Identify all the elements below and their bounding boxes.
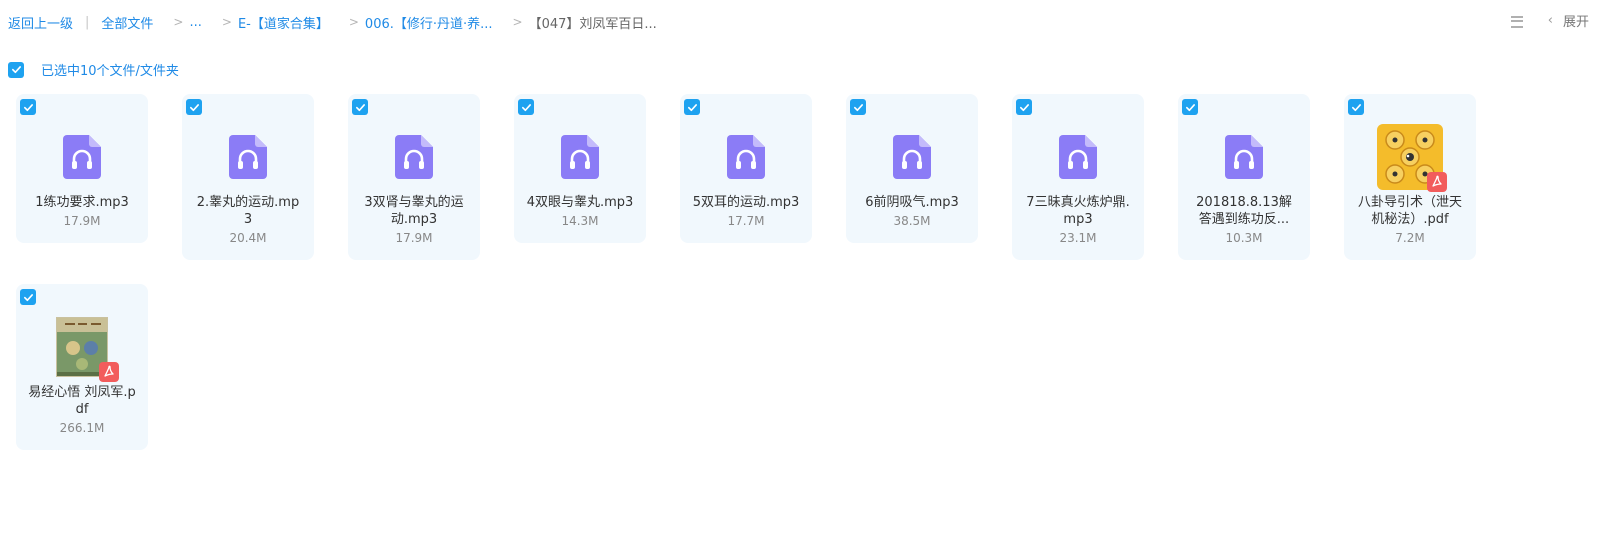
file-size: 23.1M [1059,231,1097,245]
file-thumbnail [215,124,281,190]
check-icon [23,103,33,111]
file-card[interactable]: 易经心悟 刘凤军.pdf 266.1M [16,284,148,450]
file-name: 5双耳的运动.mp3 [692,195,800,210]
file-size: 17.9M [63,214,101,228]
file-thumbnail [381,124,447,190]
file-checkbox[interactable] [20,289,36,305]
file-card[interactable]: 6前阴吸气.mp3 38.5M [846,94,978,243]
breadcrumb-folder-xiuxing[interactable]: 006.【修行·丹道·养... [365,13,493,32]
all-files-link[interactable]: 全部文件 [101,13,153,32]
pdf-icon [1427,172,1447,192]
expand-label: 展开 [1562,15,1589,30]
chevron-right-icon: > [348,15,359,29]
chevron-right-icon: > [173,15,184,29]
check-icon [1019,103,1029,111]
file-checkbox[interactable] [186,99,202,115]
check-icon [687,103,697,111]
check-icon [355,103,365,111]
file-thumbnail [547,124,613,190]
audio-file-icon [229,135,267,179]
file-checkbox[interactable] [850,99,866,115]
file-card[interactable]: 2.睾丸的运动.mp3 20.4M [182,94,314,260]
check-icon [11,66,21,74]
view-controls: ‹ 展开 [1510,11,1589,30]
breadcrumb-folder-daojia[interactable]: E-【道家合集】 [238,13,329,32]
file-thumbnail [49,314,119,382]
select-all-row: 已选中10个文件/文件夹 [8,60,179,79]
file-thumbnail [1045,124,1111,190]
check-icon [1351,103,1361,111]
file-checkbox[interactable] [684,99,700,115]
file-size: 10.3M [1225,231,1263,245]
file-size: 20.4M [229,231,267,245]
file-checkbox[interactable] [1016,99,1032,115]
audio-file-icon [63,135,101,179]
audio-file-icon [893,135,931,179]
file-card[interactable]: 1练功要求.mp3 17.9M [16,94,148,243]
chevron-right-icon: > [221,15,232,29]
file-thumbnail [713,124,779,190]
file-name: 八卦导引术（泄天机秘法）.pdf [1357,195,1462,227]
audio-file-icon [1059,135,1097,179]
file-name: 201818.8.13解答遇到练功反... [1196,195,1292,227]
file-size: 266.1M [59,421,105,435]
breadcrumb: 返回上一级 | 全部文件 > ... > E-【道家合集】 > 006.【修行·… [8,12,657,32]
check-icon [1185,103,1195,111]
file-grid: 1练功要求.mp3 17.9M 2.睾丸的运动.mp3 20.4M 3双肾与睾丸的运… [16,94,1496,450]
file-thumbnail [1377,124,1447,192]
file-card[interactable]: 5双耳的运动.mp3 17.7M [680,94,812,243]
file-card[interactable]: 4双眼与睾丸.mp3 14.3M [514,94,646,243]
pdf-icon [99,362,119,382]
file-name: 6前阴吸气.mp3 [865,195,959,210]
chevron-left-icon: ‹ [1547,13,1553,28]
check-icon [853,103,863,111]
audio-file-icon [727,135,765,179]
back-link[interactable]: 返回上一级 [8,13,73,32]
breadcrumb-ellipsis[interactable]: ... [189,15,201,30]
file-name: 7三昧真火炼炉鼎.mp3 [1026,195,1130,227]
file-checkbox[interactable] [1348,99,1364,115]
expand-button[interactable]: ‹ 展开 [1548,11,1589,30]
file-name: 4双眼与睾丸.mp3 [526,195,634,210]
file-card[interactable]: 3双肾与睾丸的运动.mp3 17.9M [348,94,480,260]
file-card[interactable]: 7三昧真火炼炉鼎.mp3 23.1M [1012,94,1144,260]
file-name: 易经心悟 刘凤军.pdf [28,385,136,417]
audio-file-icon [561,135,599,179]
audio-file-icon [1225,135,1263,179]
select-all-checkbox[interactable] [8,61,24,78]
file-size: 14.3M [561,214,599,228]
audio-file-icon [395,135,433,179]
breadcrumb-divider: | [85,14,90,30]
selection-count-label: 已选中10个文件/文件夹 [41,64,179,79]
file-thumbnail [49,124,115,190]
check-icon [521,103,531,111]
list-view-icon[interactable] [1510,14,1524,28]
file-name: 3双肾与睾丸的运动.mp3 [364,195,464,227]
file-size: 38.5M [893,214,931,228]
check-icon [189,103,199,111]
file-checkbox[interactable] [518,99,534,115]
breadcrumb-current: 【047】刘凤军百日... [528,16,657,32]
file-size: 17.7M [727,214,765,228]
file-thumbnail [1211,124,1277,190]
file-size: 17.9M [395,231,433,245]
file-size: 7.2M [1395,231,1425,245]
file-name: 1练功要求.mp3 [35,195,129,210]
file-card[interactable]: 八卦导引术（泄天机秘法）.pdf 7.2M [1344,94,1476,260]
file-card[interactable]: 201818.8.13解答遇到练功反... 10.3M [1178,94,1310,260]
file-name: 2.睾丸的运动.mp3 [196,195,300,227]
file-thumbnail [879,124,945,190]
check-icon [23,293,33,301]
chevron-right-icon: > [512,15,523,29]
file-checkbox[interactable] [352,99,368,115]
file-checkbox[interactable] [20,99,36,115]
file-checkbox[interactable] [1182,99,1198,115]
